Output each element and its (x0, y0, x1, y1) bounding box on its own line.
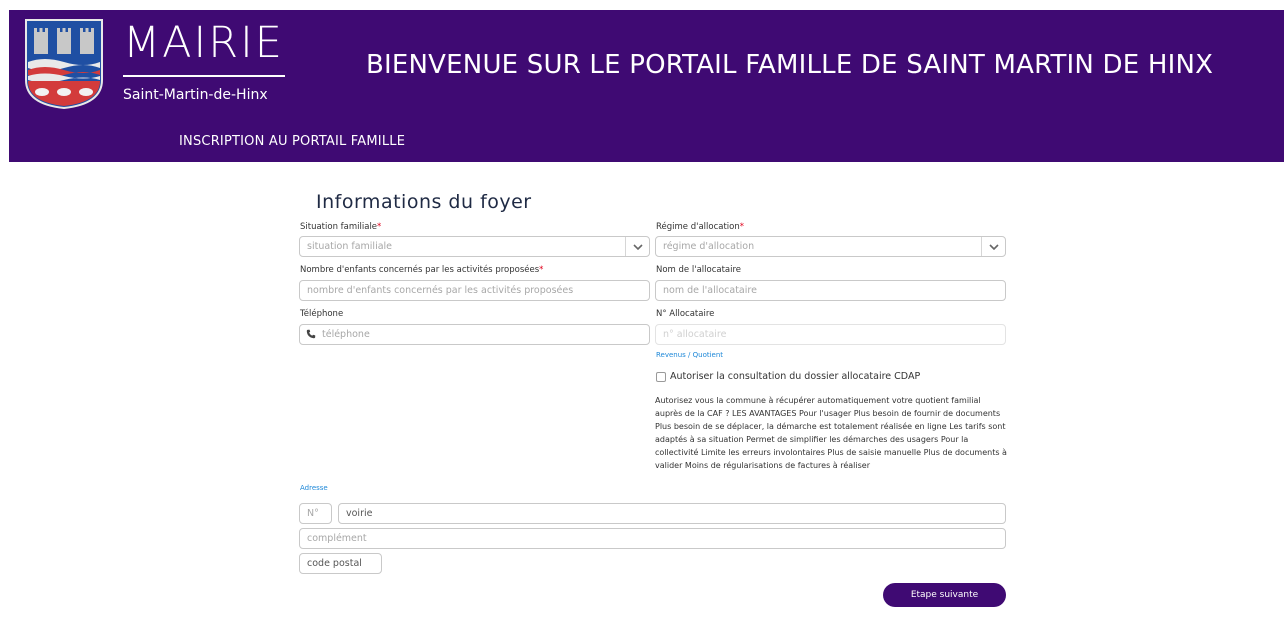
brand-subtitle: Saint-Martin-de-Hinx (123, 87, 268, 103)
section-title: Informations du foyer (316, 191, 532, 213)
allocataire-nom-label: Nom de l'allocataire (656, 265, 742, 275)
situation-label: Situation familiale* (300, 222, 382, 232)
telephone-label: Téléphone (300, 309, 344, 319)
cdap-checkbox[interactable] (656, 372, 666, 382)
enfants-input[interactable]: nombre d'enfants concernés par les activ… (299, 280, 650, 301)
adresse-voirie-input[interactable]: voirie (338, 503, 1006, 524)
allocataire-nom-input[interactable]: nom de l'allocataire (655, 280, 1006, 301)
regime-label: Régime d'allocation* (656, 222, 745, 232)
brand-divider (123, 75, 285, 77)
regime-placeholder: régime d'allocation (663, 241, 755, 252)
adresse-link[interactable]: Adresse (300, 484, 328, 492)
chevron-down-icon[interactable] (981, 237, 1005, 256)
adresse-numero-input[interactable]: N° (299, 503, 332, 524)
nav-link-inscription[interactable]: INSCRIPTION AU PORTAIL FAMILLE (179, 134, 405, 149)
telephone-input[interactable]: téléphone (299, 324, 650, 345)
phone-icon (306, 329, 316, 339)
chevron-down-icon[interactable] (625, 237, 649, 256)
allocataire-num-label: N° Allocataire (656, 309, 715, 319)
allocataire-num-input[interactable]: n° allocataire (655, 324, 1006, 345)
situation-placeholder: situation familiale (307, 241, 393, 252)
next-step-button[interactable]: Etape suivante (883, 583, 1006, 607)
welcome-heading: BIENVENUE SUR LE PORTAIL FAMILLE DE SAIN… (366, 50, 1214, 80)
telephone-placeholder: téléphone (322, 329, 370, 340)
revenus-quotient-link[interactable]: Revenus / Quotient (656, 351, 723, 359)
regime-select[interactable]: régime d'allocation (655, 236, 1006, 257)
cdap-checkbox-label[interactable]: Autoriser la consultation du dossier all… (670, 371, 920, 382)
adresse-complement-input[interactable]: complément (299, 528, 1006, 549)
situation-select[interactable]: situation familiale (299, 236, 650, 257)
code-postal-input[interactable]: code postal (299, 553, 382, 574)
brand-title: MAIRIE (123, 18, 284, 68)
town-crest-logo (25, 19, 103, 110)
enfants-label: Nombre d'enfants concernés par les activ… (300, 265, 544, 275)
site-header: MAIRIE Saint-Martin-de-Hinx BIENVENUE SU… (9, 10, 1284, 162)
caf-info-text: Autorisez vous la commune à récupérer au… (655, 396, 1007, 470)
